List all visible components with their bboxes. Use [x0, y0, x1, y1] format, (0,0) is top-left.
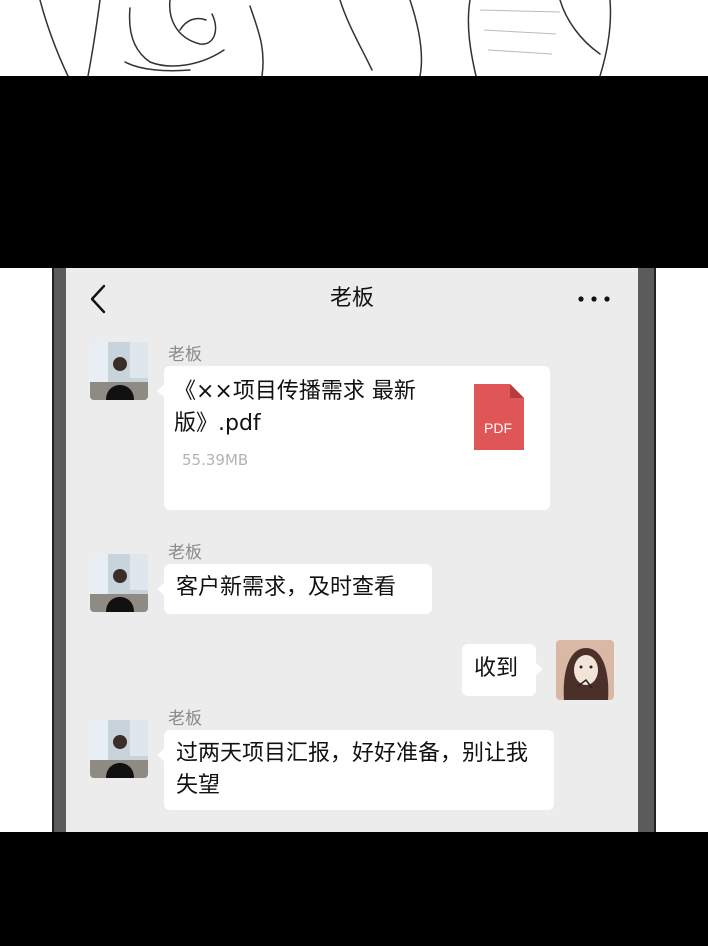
more-dots-icon[interactable] [576, 288, 612, 310]
black-gutter-bottom [0, 832, 708, 946]
boss-avatar-photo [90, 554, 148, 612]
boss-avatar-photo [90, 720, 148, 778]
sender-name: 老板 [168, 709, 202, 729]
sender-name: 老板 [168, 543, 202, 563]
text-message-bubble[interactable]: 过两天项目汇报，好好准备，别让我失望 [157, 730, 554, 810]
file-message-bubble[interactable]: 《××项目传播需求 最新版》.pdf 55.39MB PDF [157, 366, 550, 510]
sender-name: 老板 [168, 345, 202, 365]
text-message-bubble[interactable]: 客户新需求，及时查看 [157, 564, 432, 614]
comic-panel-top [0, 0, 708, 76]
file-size: 55.39MB [182, 451, 249, 469]
message-text: 客户新需求，及时查看 [176, 575, 397, 600]
avatar-boss[interactable] [90, 554, 148, 612]
pdf-file-icon: PDF [474, 384, 526, 450]
avatar-boss[interactable] [90, 342, 148, 400]
avatar-boss[interactable] [90, 720, 148, 778]
chat-screen: 老板 老板 《××项目传播需求 最新版》.pdf 55.39MB PDF 老板 … [66, 268, 638, 832]
comic-sketch-illustration [39, 0, 612, 76]
message-text: 收到 [474, 656, 519, 681]
chat-title: 老板 [329, 286, 374, 311]
boss-avatar-photo [90, 342, 148, 400]
avatar-self[interactable] [556, 640, 614, 700]
self-message-bubble[interactable]: 收到 [462, 644, 543, 696]
pdf-icon-label: PDF [484, 420, 512, 436]
self-avatar-sketch [556, 640, 614, 700]
message-text: 过两天项目汇报，好好准备，别让我失望 [176, 741, 529, 798]
file-name: 《××项目传播需求 最新版》.pdf [174, 379, 416, 436]
chat-header: 老板 [66, 268, 638, 330]
black-gutter-top [0, 76, 708, 268]
